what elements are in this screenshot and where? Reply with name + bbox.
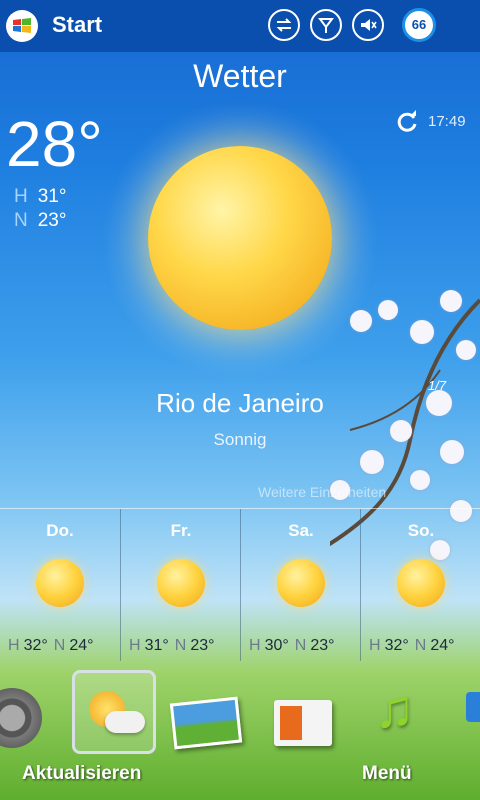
forecast-high: 30° <box>264 637 289 654</box>
last-updated-time: 17:49 <box>428 113 466 130</box>
sun-icon <box>397 559 445 607</box>
forecast-day[interactable]: Fr. H 31° N 23° <box>120 509 241 661</box>
forecast-day-name: Do. <box>46 521 74 540</box>
next-app-icon[interactable] <box>466 692 480 722</box>
forecast-low: 23° <box>310 637 335 654</box>
low-label: N <box>294 637 307 654</box>
city-name[interactable]: Rio de Janeiro <box>0 388 480 419</box>
high-label: H <box>129 637 141 654</box>
forecast-temps: H 32° N 24° <box>369 637 455 655</box>
windows-start-icon[interactable] <box>6 10 38 42</box>
start-menu-label[interactable]: Start <box>52 12 102 38</box>
forecast-low: 24° <box>430 637 455 654</box>
forecast-temps: H 30° N 23° <box>249 637 335 655</box>
forecast-low: 24° <box>69 637 94 654</box>
settings-gear-icon[interactable] <box>0 688 42 748</box>
contact-photo <box>280 706 302 740</box>
forecast-high: 32° <box>384 637 409 654</box>
low-value: 23° <box>37 210 67 231</box>
low-label: N <box>14 210 28 231</box>
low-label: N <box>53 637 66 654</box>
high-label: H <box>249 637 261 654</box>
refresh-icon[interactable] <box>395 110 419 139</box>
forecast-temps: H 32° N 24° <box>8 637 94 655</box>
today-high: H 31° <box>14 186 66 208</box>
weather-app-icon[interactable] <box>72 670 156 754</box>
sun-icon <box>36 559 84 607</box>
forecast-day-name: Fr. <box>170 521 192 540</box>
forecast-low: 23° <box>190 637 215 654</box>
signal-icon[interactable] <box>310 9 342 41</box>
softkey-refresh[interactable]: Aktualisieren <box>22 763 141 785</box>
low-label: N <box>174 637 187 654</box>
data-sync-icon[interactable] <box>268 9 300 41</box>
low-label: N <box>414 637 427 654</box>
sun-icon <box>148 146 332 330</box>
sun-icon <box>277 559 325 607</box>
weather-condition: Sonnig <box>213 430 267 449</box>
speaker-muted-icon[interactable] <box>352 9 384 41</box>
high-label: H <box>14 186 28 207</box>
page-title: Wetter <box>193 58 287 94</box>
today-low: N 23° <box>14 210 66 232</box>
forecast-high: 32° <box>23 637 48 654</box>
forecast-day[interactable]: Sa. H 30° N 23° <box>240 509 361 661</box>
photos-icon[interactable] <box>169 696 243 750</box>
forecast-high: 31° <box>144 637 169 654</box>
music-icon[interactable]: ♫ <box>374 682 415 736</box>
forecast-strip: Do. H 32° N 24° Fr. H 31° N 23° Sa. H 30° N 23° S… <box>0 508 480 661</box>
forecast-day[interactable]: Do. H 32° N 24° <box>0 509 120 661</box>
battery-indicator[interactable]: 66 <box>402 8 436 42</box>
forecast-day-name: So. <box>407 521 435 540</box>
sun-icon <box>157 559 205 607</box>
forecast-day[interactable]: So. H 32° N 24° <box>360 509 480 661</box>
cloud-icon <box>105 711 145 733</box>
high-value: 31° <box>37 186 67 207</box>
forecast-temps: H 31° N 23° <box>129 637 215 655</box>
current-temperature: 28° <box>6 108 103 180</box>
softkey-menu[interactable]: Menü <box>362 763 412 785</box>
high-label: H <box>8 637 20 654</box>
high-label: H <box>369 637 381 654</box>
more-details-link[interactable]: Weitere Einzelheiten <box>258 484 386 500</box>
contacts-icon[interactable] <box>274 700 332 746</box>
forecast-day-name: Sa. <box>288 521 314 540</box>
